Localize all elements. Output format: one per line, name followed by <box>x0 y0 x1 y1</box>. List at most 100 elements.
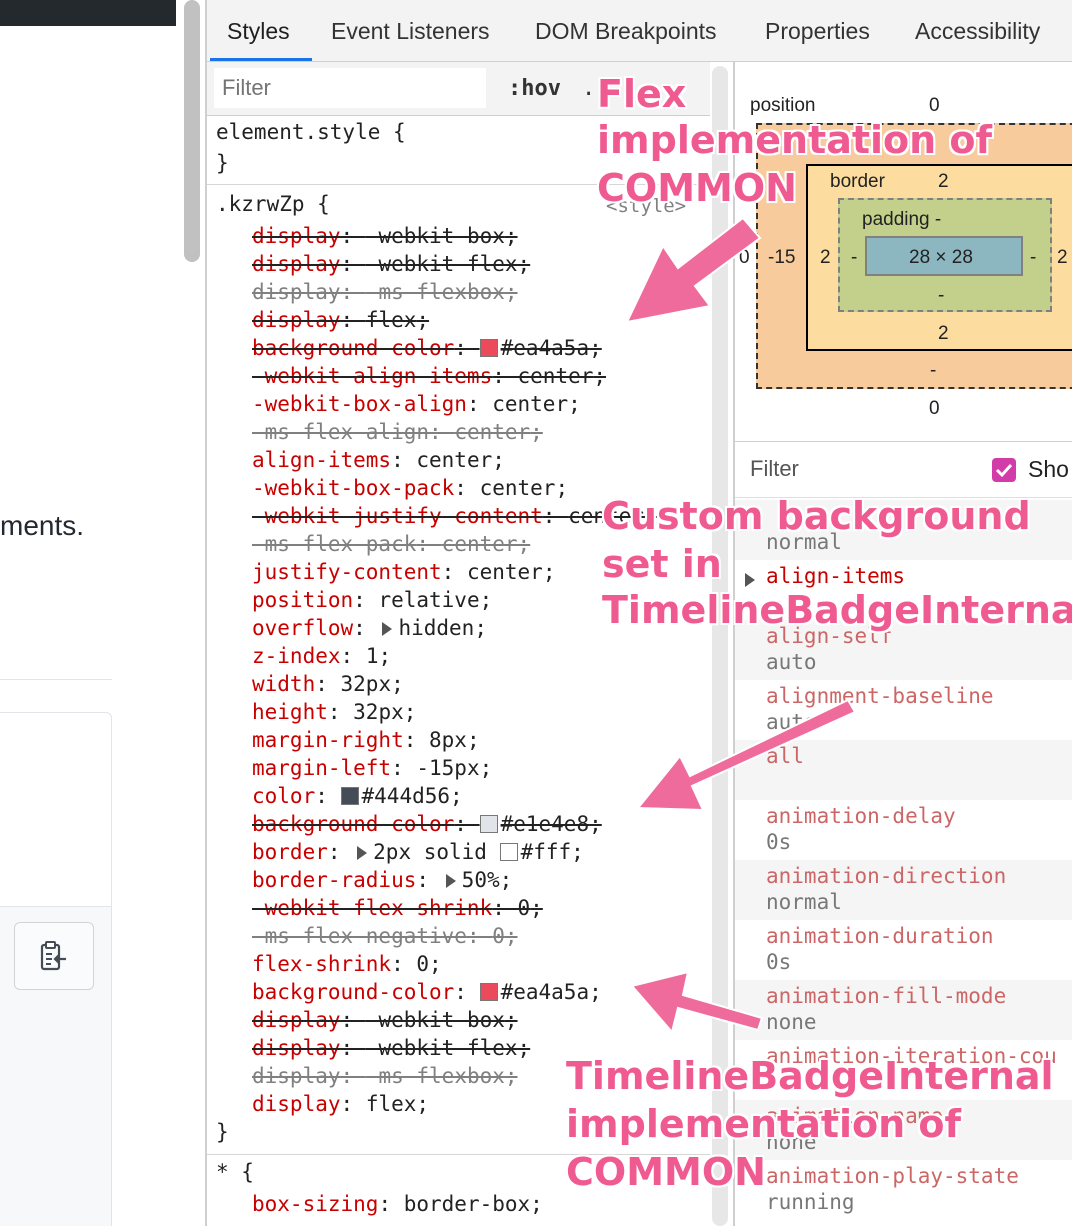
declaration-property[interactable]: z-index <box>252 644 341 668</box>
computed-row[interactable]: animation-direction normal <box>735 860 1072 920</box>
declaration-value[interactable]: #e1e4e8 <box>501 812 590 836</box>
box-model-border-top[interactable]: 2 <box>938 171 949 193</box>
computed-property-name[interactable]: animation-direction <box>766 864 1006 888</box>
declaration-property[interactable]: display <box>252 1064 341 1088</box>
computed-property-name[interactable]: animation-fill-mode <box>766 984 1006 1008</box>
declaration-value[interactable]: -ms-flexbox <box>366 1064 505 1088</box>
computed-property-name[interactable]: animation-duration <box>766 924 994 948</box>
declaration-property[interactable]: -webkit-align-items <box>252 364 492 388</box>
declaration-border[interactable]: border: 2px solid #fff; <box>252 838 584 866</box>
declaration-value[interactable]: -webkit-flex <box>366 1036 518 1060</box>
declaration-property[interactable]: height <box>252 700 328 724</box>
computed-row[interactable]: animation-duration 0s <box>735 920 1072 980</box>
box-model-border-bottom[interactable]: 2 <box>938 323 949 345</box>
declaration-property[interactable]: position <box>252 588 353 612</box>
declaration-property[interactable]: color <box>252 784 315 808</box>
declaration-property[interactable]: justify-content <box>252 560 442 584</box>
hov-toggle-button[interactable]: :hov <box>508 76 561 101</box>
declaration-property[interactable]: -webkit-flex-shrink <box>252 896 492 920</box>
declaration-z-index[interactable]: z-index: 1; <box>252 642 391 670</box>
declaration-overflow[interactable]: overflow: hidden; <box>252 614 487 642</box>
declaration-display[interactable]: display: flex; <box>252 1090 429 1118</box>
declaration-value[interactable]: 0 <box>518 896 531 920</box>
tab-event-listeners[interactable]: Event Listeners <box>331 18 490 45</box>
declaration-value[interactable]: hidden <box>398 616 474 640</box>
declaration-property[interactable]: display <box>252 1092 341 1116</box>
declaration-margin-right[interactable]: margin-right: 8px; <box>252 726 480 754</box>
declaration-display[interactable]: display: -ms-flexbox; <box>252 278 518 306</box>
declaration-justify-content[interactable]: justify-content: center; <box>252 558 555 586</box>
box-model-position-bottom[interactable]: 0 <box>929 398 940 420</box>
declaration-value[interactable]: #fff <box>521 840 572 864</box>
declaration-value[interactable]: 50% <box>462 868 500 892</box>
color-swatch[interactable] <box>479 339 498 357</box>
universal-selector[interactable]: * { <box>216 1158 254 1186</box>
declaration-property[interactable]: display <box>252 1008 341 1032</box>
declaration-property[interactable]: display <box>252 252 341 276</box>
box-model-position-top[interactable]: 0 <box>929 95 940 117</box>
declaration-value[interactable]: 0 <box>492 924 505 948</box>
declaration--webkit-box-align[interactable]: -webkit-box-align: center; <box>252 390 581 418</box>
declaration-display[interactable]: display: -ms-flexbox; <box>252 1062 518 1090</box>
declaration--ms-flex-pack[interactable]: -ms-flex-pack: center; <box>252 530 530 558</box>
declaration-property[interactable]: -webkit-justify-content <box>252 504 543 528</box>
declaration-value[interactable]: -webkit-flex <box>366 252 518 276</box>
declaration-property[interactable]: -ms-flex-pack <box>252 532 416 556</box>
declaration-value[interactable]: center <box>454 420 530 444</box>
computed-row[interactable]: animation-play-state running <box>735 1160 1072 1220</box>
declaration--webkit-flex-shrink[interactable]: -webkit-flex-shrink: 0; <box>252 894 543 922</box>
expand-triangle-icon[interactable] <box>445 874 456 888</box>
computed-property-name[interactable]: alignment-baseline <box>766 684 994 708</box>
box-model-content-size[interactable]: 28 × 28 <box>909 247 973 269</box>
declaration-background-color[interactable]: background-color: #e1e4e8; <box>252 810 602 838</box>
box-model-position-left[interactable]: 0 <box>739 247 750 269</box>
declaration-value[interactable]: center <box>480 476 556 500</box>
box-model-padding-right[interactable]: - <box>1030 247 1036 269</box>
box-model-padding-label[interactable]: padding - <box>862 209 941 231</box>
declaration-display[interactable]: display: flex; <box>252 306 429 334</box>
declaration-flex-shrink[interactable]: flex-shrink: 0; <box>252 950 442 978</box>
declaration-display[interactable]: display: -webkit-flex; <box>252 1034 530 1062</box>
declaration-height[interactable]: height: 32px; <box>252 698 416 726</box>
styles-filter-input[interactable] <box>214 68 486 108</box>
color-swatch[interactable] <box>340 787 359 805</box>
declaration-value[interactable]: 8px <box>429 728 467 752</box>
tab-properties[interactable]: Properties <box>765 18 870 45</box>
declaration-align-items[interactable]: align-items: center; <box>252 446 505 474</box>
declaration-property[interactable]: background-color <box>252 336 454 360</box>
declaration-background-color[interactable]: background-color: #ea4a5a; <box>252 978 602 1006</box>
declaration-property[interactable]: overflow <box>252 616 353 640</box>
declaration-border-radius[interactable]: border-radius: 50%; <box>252 866 512 894</box>
box-model-border-left[interactable]: 2 <box>820 247 831 269</box>
declaration-value[interactable]: #ea4a5a <box>501 980 590 1004</box>
computed-row[interactable]: animation-delay 0s <box>735 800 1072 860</box>
declaration-property[interactable]: display <box>252 224 341 248</box>
declaration-value[interactable]: center <box>467 560 543 584</box>
declaration-property[interactable]: align-items <box>252 448 391 472</box>
tab-accessibility[interactable]: Accessibility <box>915 18 1040 45</box>
declaration-background-color[interactable]: background-color: #ea4a5a; <box>252 334 602 362</box>
declaration-box-sizing[interactable]: box-sizing: border-box; <box>252 1190 543 1218</box>
declaration-width[interactable]: width: 32px; <box>252 670 404 698</box>
declaration-property[interactable]: display <box>252 280 341 304</box>
declaration-value[interactable]: flex <box>366 308 417 332</box>
declaration-value[interactable]: center <box>492 392 568 416</box>
declaration-value[interactable]: center <box>518 364 594 388</box>
declaration-property[interactable]: width <box>252 672 315 696</box>
declaration-property[interactable]: box-sizing <box>252 1192 378 1216</box>
tab-dom-breakpoints[interactable]: DOM Breakpoints <box>535 18 717 45</box>
declaration-value[interactable]: border-box <box>404 1192 530 1216</box>
declaration-value[interactable]: 2px solid <box>373 840 499 864</box>
show-all-checkbox[interactable] <box>992 458 1016 482</box>
rule-selector[interactable]: .kzrwZp { <box>216 190 330 218</box>
computed-filter-input[interactable]: Filter <box>750 456 799 482</box>
declaration-value[interactable]: -ms-flexbox <box>366 280 505 304</box>
declaration-value[interactable]: #444d56 <box>362 784 451 808</box>
declaration--webkit-align-items[interactable]: -webkit-align-items: center; <box>252 362 606 390</box>
declaration-value[interactable]: relative <box>378 588 479 612</box>
declaration-position[interactable]: position: relative; <box>252 586 492 614</box>
color-swatch[interactable] <box>479 983 498 1001</box>
declaration-property[interactable]: -webkit-box-align <box>252 392 467 416</box>
declaration--ms-flex-negative[interactable]: -ms-flex-negative: 0; <box>252 922 518 950</box>
declaration--ms-flex-align[interactable]: -ms-flex-align: center; <box>252 418 543 446</box>
